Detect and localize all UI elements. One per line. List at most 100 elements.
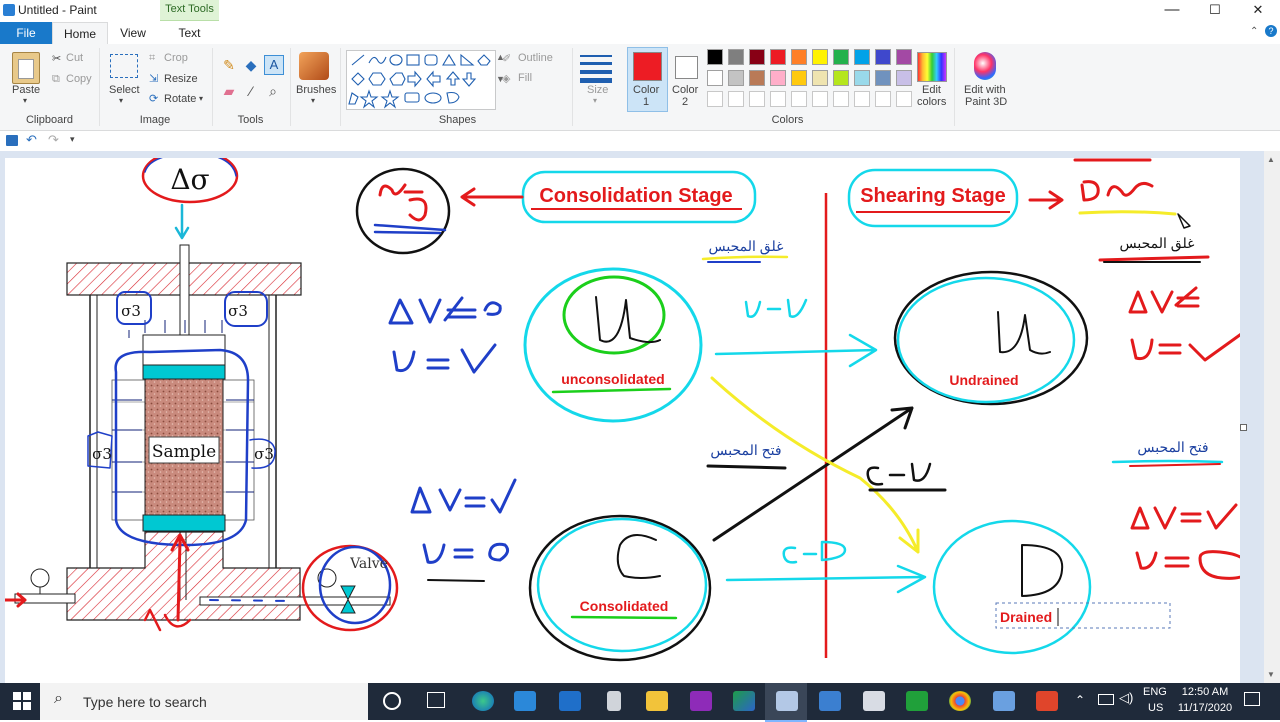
eraser-icon[interactable]: ▰ — [220, 83, 238, 100]
clock-time[interactable]: 12:50 AM — [1180, 686, 1230, 698]
palette-swatch[interactable] — [707, 49, 723, 65]
redo-icon[interactable]: ↷ — [48, 132, 59, 148]
palette-swatch[interactable] — [896, 70, 912, 86]
palette-swatch[interactable] — [707, 70, 723, 86]
resize-button[interactable]: Resize — [164, 73, 198, 85]
rotate-dropdown-icon[interactable]: ▾ — [199, 94, 203, 103]
battery-icon[interactable] — [1098, 694, 1114, 705]
undo-icon[interactable]: ↶ — [26, 132, 37, 148]
palette-swatch[interactable] — [749, 91, 765, 107]
drained-text-input[interactable]: Drained — [1000, 609, 1052, 625]
help-icon[interactable]: ? — [1265, 25, 1277, 37]
search-placeholder[interactable]: Type here to search — [83, 694, 207, 710]
palette-swatch[interactable] — [728, 49, 744, 65]
palette-swatch[interactable] — [833, 70, 849, 86]
save-icon[interactable] — [6, 135, 18, 146]
palette-swatch[interactable] — [875, 49, 891, 65]
notifications-icon[interactable] — [1244, 692, 1260, 706]
show-hidden-icons-icon[interactable]: ⌃ — [1075, 693, 1085, 707]
file-explorer-icon[interactable] — [646, 691, 668, 711]
fill-button[interactable]: Fill — [518, 72, 532, 84]
vertical-scrollbar[interactable]: ▲ ▼ — [1264, 151, 1280, 683]
fill-bucket-icon[interactable]: ◆ — [242, 57, 260, 74]
brushes-button[interactable]: Brushes — [296, 84, 336, 96]
palette-swatch[interactable] — [749, 70, 765, 86]
close-button[interactable]: ✕ — [1236, 0, 1280, 22]
recorder-app-icon[interactable] — [1036, 691, 1058, 711]
photos-icon[interactable] — [819, 691, 841, 711]
palette-swatch[interactable] — [875, 91, 891, 107]
paste-button[interactable]: Paste — [12, 84, 40, 96]
cut-button[interactable]: Cut — [66, 52, 83, 64]
palette-swatch[interactable] — [854, 49, 870, 65]
crop-button[interactable]: Crop — [164, 52, 188, 64]
size-icon[interactable] — [580, 52, 612, 83]
edge-icon[interactable] — [472, 691, 494, 711]
paste-dropdown-icon[interactable]: ▾ — [23, 96, 27, 105]
drawing-canvas[interactable]: Δσ σ3 σ3 σ3 σ3 Sample Valve Consolidatio… — [5, 158, 1240, 683]
magnifier-icon[interactable]: ⌕ — [264, 83, 282, 100]
windows-start-icon[interactable] — [13, 692, 31, 710]
copy-icon[interactable]: ⧉ — [52, 73, 60, 86]
palette-swatch[interactable] — [791, 91, 807, 107]
palette-swatch[interactable] — [812, 70, 828, 86]
snipping-tool-icon[interactable] — [863, 691, 885, 711]
outline-button[interactable]: Outline — [518, 52, 553, 64]
pencil-icon[interactable]: ✎ — [220, 57, 238, 74]
palette-swatch[interactable] — [833, 91, 849, 107]
resize-icon[interactable]: ⇲ — [149, 72, 158, 85]
palette-swatch[interactable] — [707, 91, 723, 107]
palette-swatch[interactable] — [791, 70, 807, 86]
select-icon[interactable] — [110, 54, 138, 78]
store-icon[interactable] — [514, 691, 536, 711]
palette-swatch[interactable] — [854, 91, 870, 107]
volume-icon[interactable]: ◁) — [1119, 690, 1133, 706]
edit-colors-icon[interactable] — [917, 52, 947, 82]
text-tool-icon[interactable]: A — [264, 55, 284, 75]
palette-swatch[interactable] — [812, 91, 828, 107]
edit-colors-button-line2[interactable]: colors — [917, 96, 946, 108]
cut-icon[interactable]: ✂ — [52, 52, 61, 65]
paint-icon[interactable] — [776, 691, 798, 711]
maximize-button[interactable]: ☐ — [1193, 0, 1237, 22]
camtasia-icon[interactable] — [906, 691, 928, 711]
crop-icon[interactable]: ⌗ — [149, 52, 155, 65]
palette-swatch[interactable] — [896, 49, 912, 65]
select-dropdown-icon[interactable]: ▾ — [119, 96, 123, 105]
palette-swatch[interactable] — [812, 49, 828, 65]
edit-colors-button[interactable]: Edit — [922, 84, 941, 96]
brushes-dropdown-icon[interactable]: ▾ — [311, 96, 315, 105]
palette-swatch[interactable] — [854, 70, 870, 86]
palette-swatch[interactable] — [833, 49, 849, 65]
canvas-resize-handle[interactable] — [1240, 424, 1247, 431]
pdf-app-icon[interactable] — [690, 691, 712, 711]
shapes-gallery[interactable] — [346, 50, 496, 110]
palette-swatch[interactable] — [749, 49, 765, 65]
palette-swatch[interactable] — [728, 91, 744, 107]
size-dropdown-icon[interactable]: ▾ — [593, 96, 597, 105]
fill-icon[interactable]: ◈ — [502, 72, 510, 85]
palette-swatch[interactable] — [770, 91, 786, 107]
clock-date[interactable]: 11/17/2020 — [1175, 702, 1235, 714]
palette-swatch[interactable] — [875, 70, 891, 86]
mail-icon[interactable] — [559, 691, 581, 711]
remote-desktop-icon[interactable] — [993, 691, 1015, 711]
region-indicator[interactable]: US — [1148, 702, 1163, 714]
size-button[interactable]: Size — [587, 84, 608, 96]
palette-swatch[interactable] — [791, 49, 807, 65]
minimize-ribbon-chevron-icon[interactable]: ⌃ — [1250, 26, 1258, 37]
usb-drive-icon[interactable] — [607, 691, 621, 711]
copy-button[interactable]: Copy — [66, 73, 92, 85]
edit-with-paint3d-button-line2[interactable]: Paint 3D — [965, 96, 1007, 108]
tab-file[interactable]: File — [0, 22, 52, 44]
palette-swatch[interactable] — [770, 70, 786, 86]
minimize-button[interactable]: — — [1150, 0, 1194, 22]
tab-home[interactable]: Home — [52, 22, 108, 45]
paint3d-icon[interactable] — [974, 52, 996, 80]
task-view-icon[interactable] — [427, 692, 445, 708]
palette-swatch[interactable] — [728, 70, 744, 86]
color-picker-icon[interactable]: ⁄ — [242, 83, 260, 99]
globe-app-icon[interactable] — [733, 691, 755, 711]
customize-qat-icon[interactable]: ▾ — [70, 134, 75, 145]
tab-view[interactable]: View — [110, 22, 156, 44]
